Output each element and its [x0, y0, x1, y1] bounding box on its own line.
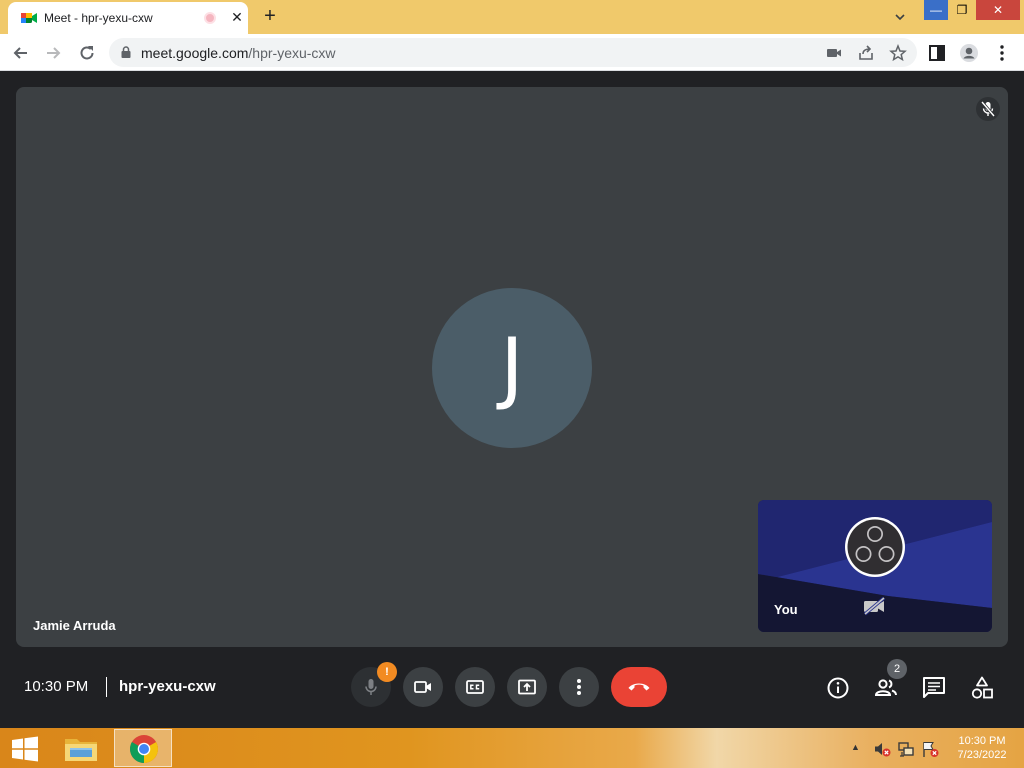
camera-icon[interactable] — [825, 44, 843, 62]
self-view-label: You — [774, 602, 798, 617]
window-restore-button[interactable]: ❐ — [950, 0, 974, 20]
url-path: /hpr-yexu-cxw — [248, 45, 336, 61]
participant-count-badge: 2 — [887, 659, 907, 679]
tab-search-button[interactable] — [888, 6, 912, 28]
meeting-clock: 10:30 PM — [24, 678, 89, 695]
browser-tab-strip: Meet - hpr-yexu-cxw ✕ + — ❐ ✕ — [0, 0, 1024, 34]
camera-icon — [414, 681, 431, 693]
kebab-menu-icon[interactable] — [992, 43, 1012, 63]
leave-call-button[interactable] — [611, 667, 667, 707]
footer-divider — [106, 677, 107, 697]
reload-icon — [80, 46, 94, 60]
self-view-tile[interactable]: You — [758, 500, 992, 632]
obs-logo-icon — [845, 517, 905, 577]
file-explorer-icon[interactable] — [62, 733, 100, 765]
window-close-button[interactable]: ✕ — [976, 0, 1020, 20]
show-hidden-icons-button[interactable]: ▲ — [851, 742, 860, 752]
new-tab-button[interactable]: + — [258, 4, 282, 28]
captions-button[interactable] — [455, 667, 495, 707]
forward-arrow-icon — [47, 47, 61, 59]
present-screen-icon — [518, 679, 536, 695]
reload-button[interactable] — [75, 41, 99, 65]
browser-tab-meet[interactable]: Meet - hpr-yexu-cxw ✕ — [8, 2, 248, 34]
window-minimize-button[interactable]: — — [924, 0, 948, 20]
system-clock-date: 7/23/2022 — [957, 749, 1007, 761]
back-button[interactable] — [9, 41, 33, 65]
action-center-flag-icon[interactable] — [921, 740, 939, 758]
more-options-button[interactable] — [559, 667, 599, 707]
mic-warning-badge[interactable]: ! — [377, 662, 397, 682]
microphone-button[interactable]: ! — [351, 662, 397, 707]
address-bar[interactable]: meet.google.com/hpr-yexu-cxw — [109, 38, 917, 67]
url-text[interactable]: meet.google.com/hpr-yexu-cxw — [141, 45, 336, 61]
meeting-code[interactable]: hpr-yexu-cxw — [119, 678, 216, 695]
network-icon[interactable] — [897, 740, 915, 758]
chat-icon[interactable] — [921, 675, 947, 701]
recording-indicator-icon — [204, 12, 216, 24]
meet-stage: J Jamie Arruda You 10:30 PM hpr-yexu-cxw — [0, 71, 1024, 728]
participant-muted-indicator — [976, 97, 1000, 121]
chevron-down-icon — [895, 14, 905, 21]
camera-off-icon — [863, 596, 886, 616]
star-icon[interactable] — [889, 44, 907, 62]
closed-captions-icon — [466, 680, 484, 694]
info-icon[interactable] — [825, 675, 851, 701]
windows-taskbar: ▲ 10:30 PM 7/23/2022 — [0, 728, 1024, 768]
more-options-icon — [577, 679, 581, 695]
profile-icon[interactable] — [959, 43, 979, 63]
hang-up-icon — [628, 683, 650, 691]
forward-button[interactable] — [41, 41, 65, 65]
volume-muted-icon[interactable] — [873, 740, 891, 758]
sidebar-icon[interactable] — [927, 43, 947, 63]
camera-button[interactable] — [403, 667, 443, 707]
lock-icon[interactable] — [121, 46, 131, 58]
mic-off-icon — [980, 101, 996, 117]
tab-close-button[interactable]: ✕ — [228, 8, 246, 26]
participant-avatar: J — [432, 288, 592, 448]
tab-title: Meet - hpr-yexu-cxw — [44, 11, 153, 25]
browser-toolbar: meet.google.com/hpr-yexu-cxw — [0, 34, 1024, 71]
chrome-icon — [130, 735, 158, 763]
system-clock[interactable]: 10:30 PM 7/23/2022 — [952, 734, 1012, 762]
system-clock-time: 10:30 PM — [958, 735, 1006, 747]
mic-off-icon — [365, 679, 377, 695]
url-host: meet.google.com — [141, 45, 249, 61]
chrome-taskbar-button[interactable] — [114, 729, 172, 767]
share-icon[interactable] — [857, 44, 875, 62]
participant-name: Jamie Arruda — [33, 618, 116, 633]
present-screen-button[interactable] — [507, 667, 547, 707]
activities-icon[interactable] — [969, 675, 995, 701]
back-arrow-icon — [13, 47, 27, 59]
windows-start-icon[interactable] — [10, 736, 40, 762]
google-meet-icon — [21, 13, 37, 23]
